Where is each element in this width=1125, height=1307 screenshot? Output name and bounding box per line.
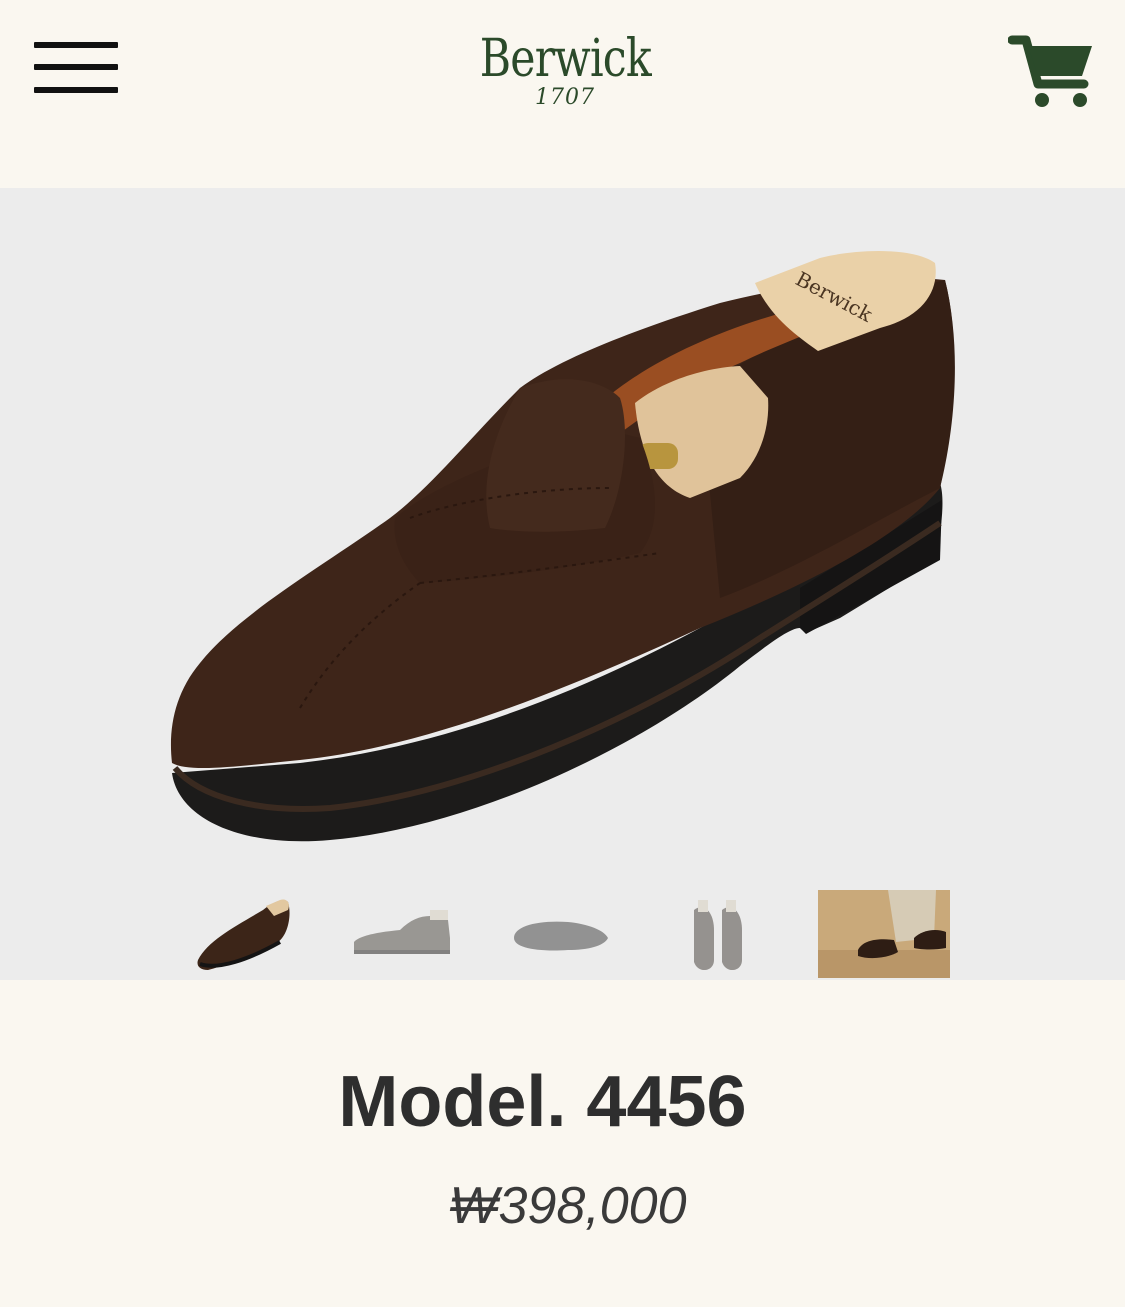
product-price: ₩398,000: [449, 1177, 687, 1235]
product-main-image[interactable]: Berwick: [0, 188, 1125, 888]
thumbnail-side-view[interactable]: [350, 890, 482, 978]
product-gallery: Berwick: [0, 188, 1125, 980]
shopping-cart-icon: [1007, 35, 1092, 107]
brand-name: Berwick: [479, 29, 651, 89]
cart-button[interactable]: [1007, 32, 1096, 112]
hamburger-menu-button[interactable]: [30, 38, 122, 98]
thumbnail-angled-view[interactable]: [188, 890, 320, 978]
thumbnail-sole-view[interactable]: [508, 890, 640, 978]
brand-logo[interactable]: Berwick 1707: [440, 28, 690, 128]
product-title: Model. 4456: [338, 1062, 747, 1142]
thumbnail-lifestyle-view[interactable]: [818, 890, 950, 978]
brand-year: 1707: [535, 85, 595, 110]
site-header: Berwick 1707: [0, 0, 1125, 188]
thumbnail-pair-view[interactable]: [670, 890, 802, 978]
